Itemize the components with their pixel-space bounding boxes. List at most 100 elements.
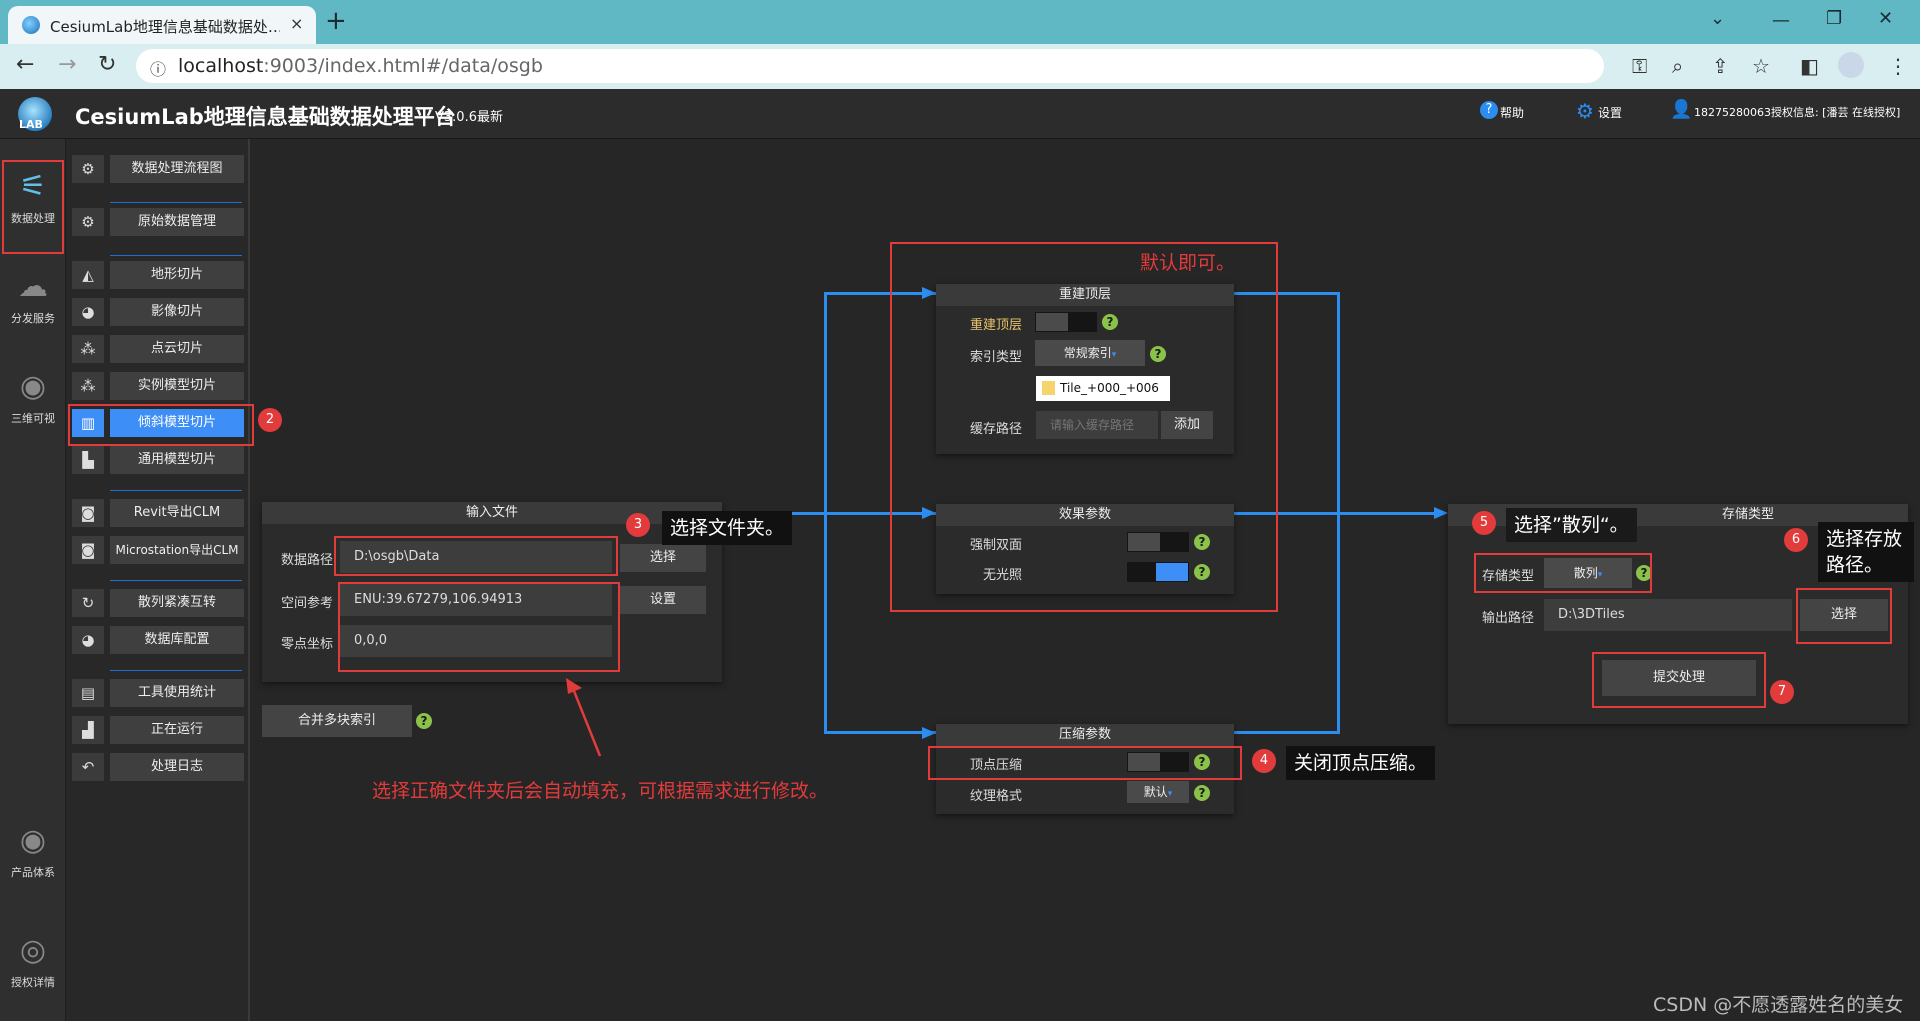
globe-icon: ◕ bbox=[72, 298, 104, 326]
menu-separator bbox=[110, 670, 242, 671]
menu-item-terrain[interactable]: ◭ 地形切片 bbox=[72, 261, 244, 289]
side-panel-icon[interactable]: ◧ bbox=[1800, 54, 1819, 78]
output-path-field[interactable]: D:\3DTiles bbox=[1544, 599, 1792, 631]
menu-label: Revit导出CLM bbox=[110, 499, 244, 527]
browser-tab[interactable]: CesiumLab地理信息基础数据处… × bbox=[8, 6, 316, 44]
badge-5: 5 bbox=[1472, 511, 1496, 535]
url-path: :9003/index.html#/data/osgb bbox=[263, 55, 543, 77]
menu-label: 数据库配置 bbox=[110, 626, 244, 654]
pointcloud-icon: ⁂ bbox=[72, 335, 104, 363]
help-link[interactable]: 帮助 bbox=[1500, 104, 1524, 121]
tab-close-icon[interactable]: × bbox=[290, 14, 303, 33]
default-note: 默认即可。 bbox=[1140, 252, 1236, 274]
profile-avatar[interactable] bbox=[1838, 52, 1864, 78]
menu-item-stats[interactable]: ▤ 工具使用统计 bbox=[72, 679, 244, 707]
account-info[interactable]: 18275280063授权信息: [潘芸 在线授权] bbox=[1694, 104, 1900, 120]
menu-item-pointcloud[interactable]: ⁂ 点云切片 bbox=[72, 335, 244, 363]
menu-separator bbox=[110, 202, 242, 203]
srs-set-button[interactable]: 设置 bbox=[620, 586, 706, 614]
close-window-icon[interactable]: ✕ bbox=[1878, 8, 1893, 29]
merge-help-icon[interactable]: ? bbox=[416, 713, 432, 729]
menu-label: 实例模型切片 bbox=[110, 372, 244, 400]
texture-help-icon[interactable]: ? bbox=[1194, 785, 1210, 801]
output-path-label: 输出路径 bbox=[1482, 611, 1535, 626]
menu-separator bbox=[110, 580, 242, 581]
menu-item-raw-data[interactable]: ⚙ 原始数据管理 bbox=[72, 208, 244, 236]
flow-line bbox=[824, 731, 936, 734]
gear-icon: ⚙ bbox=[72, 208, 104, 236]
settings-gear-icon[interactable]: ⚙ bbox=[1576, 99, 1594, 123]
annotation-box-5 bbox=[1474, 553, 1652, 593]
menu-item-flowchart[interactable]: ⚙ 数据处理流程图 bbox=[72, 155, 244, 183]
undo-icon: ↶ bbox=[72, 753, 104, 781]
tab-favicon-icon bbox=[22, 16, 40, 34]
merge-index-button[interactable]: 合并多块索引 bbox=[262, 705, 412, 737]
badge-3: 3 bbox=[626, 513, 650, 537]
app-title: CesiumLab地理信息基础数据处理平台 bbox=[75, 105, 456, 129]
url-field[interactable]: ⓘ localhost:9003/index.html#/data/osgb bbox=[136, 49, 1604, 83]
menu-label: 地形切片 bbox=[110, 261, 244, 289]
menu-item-convert[interactable]: ↻ 散列紧凑互转 bbox=[72, 589, 244, 617]
badge-7: 7 bbox=[1770, 680, 1794, 704]
rail-item-products[interactable]: ◉ 产品体系 bbox=[0, 814, 66, 894]
menu-label: 处理日志 bbox=[110, 753, 244, 781]
cloud-icon: ☁ bbox=[18, 269, 48, 304]
database-icon: ◕ bbox=[72, 626, 104, 654]
menu-item-microstation[interactable]: ◙ Microstation导出CLM bbox=[72, 536, 244, 564]
flow-arrow bbox=[922, 727, 936, 739]
menu-item-general-model[interactable]: ▙ 通用模型切片 bbox=[72, 446, 244, 474]
product-globe-icon: ◉ bbox=[19, 823, 47, 858]
annotation-box-3 bbox=[334, 536, 618, 576]
tab-search-chevron-icon[interactable]: ⌄ bbox=[1710, 8, 1725, 29]
badge-2: 2 bbox=[258, 408, 282, 432]
minimize-icon[interactable]: — bbox=[1772, 10, 1790, 31]
menu-label: 数据处理流程图 bbox=[110, 155, 244, 183]
menu-item-imagery[interactable]: ◕ 影像切片 bbox=[72, 298, 244, 326]
callout-step4: 关闭顶点压缩。 bbox=[1286, 746, 1436, 780]
menu-item-running[interactable]: ▟ 正在运行 bbox=[72, 716, 244, 744]
forward-icon[interactable]: → bbox=[58, 52, 76, 77]
badge-6: 6 bbox=[1784, 528, 1808, 552]
settings-link[interactable]: 设置 bbox=[1598, 104, 1622, 121]
user-icon[interactable]: 👤 bbox=[1670, 99, 1692, 120]
bookmark-star-icon[interactable]: ☆ bbox=[1752, 54, 1770, 78]
rail-item-license[interactable]: ◎ 授权详情 bbox=[0, 924, 66, 1004]
texture-format-label: 纹理格式 bbox=[970, 789, 1023, 804]
site-info-icon[interactable]: ⓘ bbox=[150, 56, 166, 80]
callout-step3: 选择文件夹。 bbox=[662, 511, 793, 545]
revit-icon: ◙ bbox=[72, 499, 104, 527]
url-host: localhost bbox=[178, 55, 264, 77]
menu-item-instance[interactable]: ⁂ 实例模型切片 bbox=[72, 372, 244, 400]
annotation-box-4 bbox=[928, 746, 1242, 780]
dropdown-caret-icon: ▾ bbox=[1167, 789, 1173, 799]
menu-item-logs[interactable]: ↶ 处理日志 bbox=[72, 753, 244, 781]
annotation-box-7 bbox=[1592, 652, 1766, 708]
model-icon: ▙ bbox=[72, 446, 104, 474]
globe-3d-icon: ◉ bbox=[19, 369, 47, 404]
texture-format-dropdown[interactable]: 默认▾ bbox=[1127, 781, 1189, 803]
rail-item-distribution[interactable]: ☁ 分发服务 bbox=[0, 260, 66, 340]
app-version: V3.0.6最新 bbox=[435, 110, 503, 125]
menu-label: 原始数据管理 bbox=[110, 208, 244, 236]
rail-item-3d-visual[interactable]: ◉ 三维可视 bbox=[0, 360, 66, 440]
restore-icon[interactable]: ❐ bbox=[1826, 8, 1842, 29]
share-icon[interactable]: ⇪ bbox=[1712, 54, 1729, 78]
reload-icon[interactable]: ↻ bbox=[98, 52, 116, 77]
tab-title: CesiumLab地理信息基础数据处… bbox=[50, 18, 280, 36]
data-path-select-button[interactable]: 选择 bbox=[620, 544, 706, 572]
help-icon[interactable]: ? bbox=[1480, 101, 1498, 119]
menu-item-database[interactable]: ◕ 数据库配置 bbox=[72, 626, 244, 654]
zoom-icon[interactable]: ⌕ bbox=[1672, 54, 1683, 78]
microstation-icon: ◙ bbox=[72, 536, 104, 564]
instance-icon: ⁂ bbox=[72, 372, 104, 400]
menu-separator bbox=[110, 490, 242, 491]
menu-kebab-icon[interactable]: ⋮ bbox=[1888, 54, 1908, 78]
input-panel-title: 输入文件 bbox=[262, 502, 722, 524]
annotation-box-2 bbox=[68, 404, 254, 446]
menu-label: 影像切片 bbox=[110, 298, 244, 326]
new-tab-button[interactable]: + bbox=[325, 6, 347, 36]
back-icon[interactable]: ← bbox=[16, 52, 34, 77]
menu-item-revit[interactable]: ◙ Revit导出CLM bbox=[72, 499, 244, 527]
key-icon[interactable]: ⚿ bbox=[1632, 54, 1647, 78]
menu-label: Microstation导出CLM bbox=[110, 536, 244, 564]
